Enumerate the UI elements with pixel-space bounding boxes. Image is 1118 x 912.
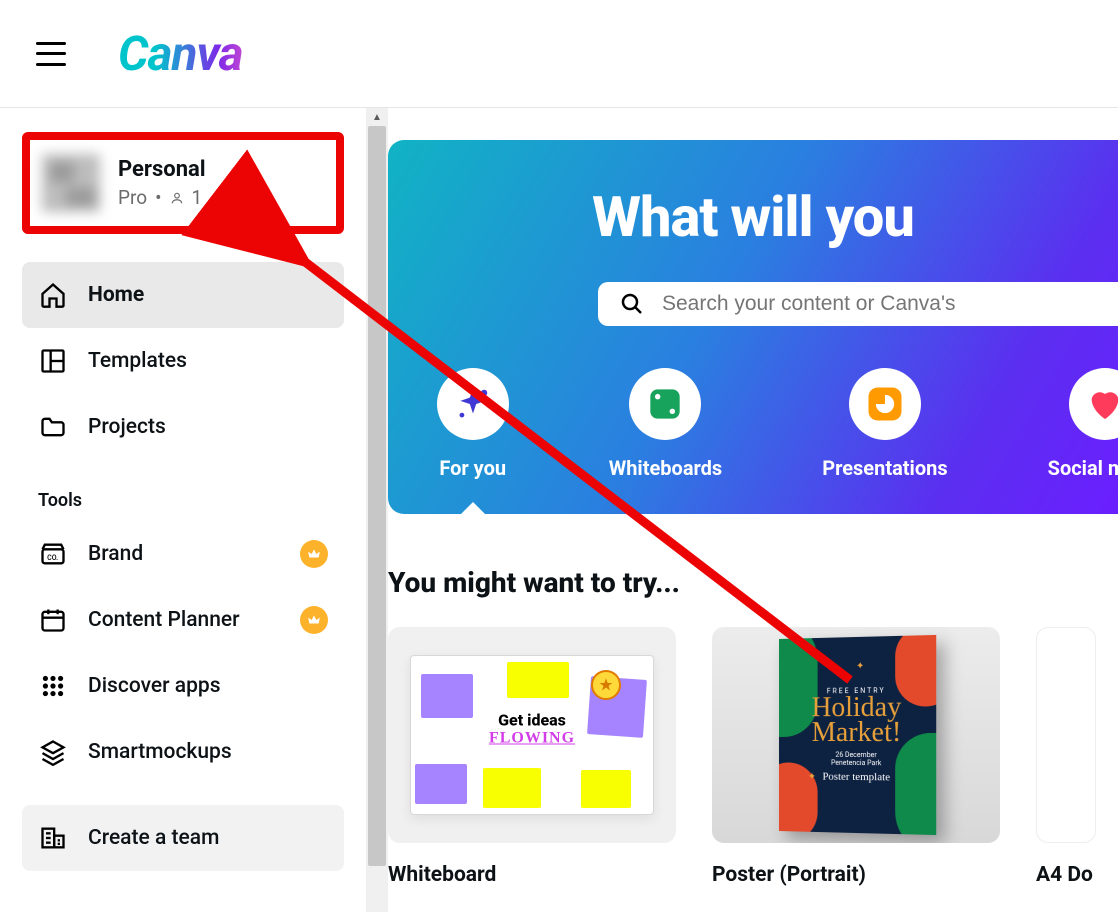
menu-toggle-button[interactable] [36, 42, 66, 66]
category-row: For you Whiteboards Presentations [388, 368, 1118, 514]
profile-plan: Pro • 1 [118, 186, 206, 209]
avatar [42, 154, 100, 212]
sidebar-item-content-planner[interactable]: Content Planner [22, 587, 344, 653]
sidebar-item-projects[interactable]: Projects [22, 394, 344, 460]
sidebar-item-brand[interactable]: CO. Brand [22, 521, 344, 587]
star-icon [591, 670, 621, 700]
sidebar-item-label: Content Planner [88, 608, 240, 632]
hero-banner: What will you For you Whiteboards [388, 140, 1118, 514]
layers-icon [38, 737, 68, 767]
person-icon [170, 191, 184, 205]
apps-grid-icon [38, 671, 68, 701]
sidebar-item-label: Projects [88, 415, 166, 439]
card-whiteboard[interactable]: Get ideas FLOWING Whiteboard [388, 627, 676, 887]
templates-icon [38, 346, 68, 376]
home-icon [38, 280, 68, 310]
search-icon [620, 292, 644, 316]
scrollbar-thumb[interactable] [368, 126, 386, 866]
search-input[interactable] [662, 292, 1096, 316]
category-social-media[interactable]: Social media [1048, 368, 1118, 480]
card-label: Whiteboard [388, 863, 676, 887]
sidebar-item-label: Create a team [88, 826, 219, 850]
category-label: Whiteboards [609, 456, 722, 480]
profile-name: Personal [118, 157, 206, 182]
sidebar-item-create-team[interactable]: Create a team [22, 805, 344, 871]
sidebar-item-label: Smartmockups [88, 740, 232, 764]
sidebar-item-label: Templates [88, 349, 187, 373]
search-bar[interactable] [598, 282, 1118, 326]
sidebar-item-label: Brand [88, 542, 143, 566]
svg-text:CO.: CO. [47, 554, 58, 562]
pro-badge-icon [300, 606, 328, 634]
sidebar-item-smartmockups[interactable]: Smartmockups [22, 719, 344, 785]
sparkle-icon [437, 368, 509, 440]
heart-icon [1069, 368, 1118, 440]
card-thumbnail [1036, 627, 1096, 843]
scrollbar-up-icon[interactable]: ▲ [366, 108, 388, 126]
sidebar-item-templates[interactable]: Templates [22, 328, 344, 394]
folder-icon [38, 412, 68, 442]
team-icon [38, 823, 68, 853]
card-thumbnail: ✦ ✦ ✧ FREE ENTRY Holiday Market! 26 Dece… [712, 627, 1000, 843]
sidebar-item-label: Discover apps [88, 674, 221, 698]
sidebar-item-label: Home [88, 283, 144, 307]
category-presentations[interactable]: Presentations [822, 368, 947, 480]
card-label: A4 Do [1036, 863, 1096, 887]
calendar-icon [38, 605, 68, 635]
brand-icon: CO. [38, 539, 68, 569]
category-label: For you [439, 456, 506, 480]
suggestion-cards: Get ideas FLOWING Whiteboard ✦ [388, 627, 1118, 887]
category-label: Presentations [822, 456, 947, 480]
main-content: What will you For you Whiteboards [388, 108, 1118, 912]
card-a4-document[interactable]: A4 Do [1036, 627, 1096, 887]
presentation-icon [849, 368, 921, 440]
card-label: Poster (Portrait) [712, 863, 1000, 887]
sidebar: Personal Pro • 1 Home [0, 108, 366, 912]
hero-title: What will you [592, 184, 914, 250]
card-thumbnail: Get ideas FLOWING [388, 627, 676, 843]
category-for-you[interactable]: For you [437, 368, 509, 514]
sidebar-scrollbar[interactable]: ▲ [366, 108, 388, 912]
sidebar-item-discover-apps[interactable]: Discover apps [22, 653, 344, 719]
category-label: Social media [1048, 456, 1118, 480]
profile-switcher[interactable]: Personal Pro • 1 [22, 132, 344, 234]
whiteboard-icon [629, 368, 701, 440]
category-whiteboards[interactable]: Whiteboards [609, 368, 722, 480]
suggestions-heading: You might want to try... [388, 566, 1118, 599]
sidebar-section-tools: Tools [22, 460, 344, 521]
top-bar: Canva [0, 0, 1118, 108]
card-poster[interactable]: ✦ ✦ ✧ FREE ENTRY Holiday Market! 26 Dece… [712, 627, 1000, 887]
pro-badge-icon [300, 540, 328, 568]
canva-logo[interactable]: Canva [118, 25, 243, 82]
sidebar-item-home[interactable]: Home [22, 262, 344, 328]
